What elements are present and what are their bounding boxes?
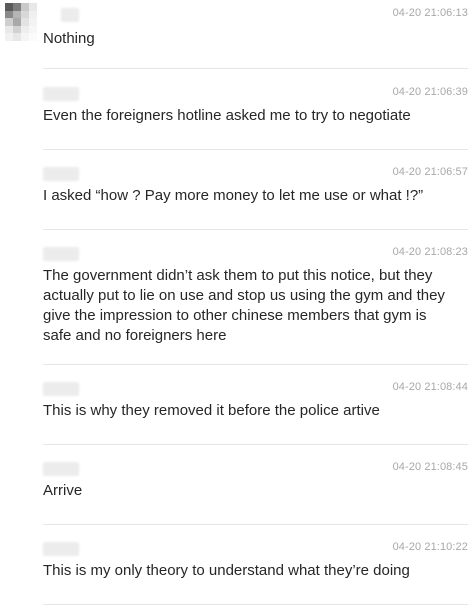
sender-name-redacted: [43, 382, 79, 396]
message-timestamp: 04-20 21:10:22: [392, 541, 468, 553]
message-timestamp: 04-20 21:06:57: [392, 166, 468, 178]
message-text: The government didn’t ask them to put th…: [43, 267, 450, 344]
message-timestamp: 04-20 21:06:39: [392, 86, 468, 98]
message-timestamp: 04-20 21:06:13: [392, 7, 468, 19]
message-item: 04-20 21:08:45 Arrive: [43, 454, 476, 534]
sender-name-redacted: [43, 462, 79, 476]
sender-name-redacted: [43, 167, 79, 181]
message-divider: [43, 68, 468, 69]
message-divider: [43, 364, 468, 365]
message-timestamp: 04-20 21:08:44: [392, 381, 468, 393]
sender-name-redacted: [43, 542, 79, 556]
message-item: 04-20 21:06:39 Even the foreigners hotli…: [43, 79, 476, 159]
sender-name-redacted: [43, 87, 79, 101]
message-text: This is why they removed it before the p…: [43, 402, 380, 419]
message-text: This is my only theory to understand wha…: [43, 562, 410, 579]
message-item: 04-20 21:10:22 This is my only theory to…: [43, 534, 476, 614]
message-text: Nothing: [43, 30, 95, 47]
message-divider: [43, 444, 468, 445]
message-item: 04-20 21:08:44 This is why they removed …: [43, 374, 476, 454]
sender-name-redacted: [43, 247, 79, 261]
avatar[interactable]: [5, 3, 37, 41]
message-divider: [43, 524, 468, 525]
message-timestamp: 04-20 21:08:23: [392, 246, 468, 258]
message-text: Even the foreigners hotline asked me to …: [43, 107, 411, 124]
message-timestamp: 04-20 21:08:45: [392, 461, 468, 473]
message-item: 04-20 21:06:57 I asked “how ? Pay more m…: [43, 159, 476, 239]
message-text: Arrive: [43, 482, 83, 499]
message-divider: [43, 604, 468, 605]
message-divider: [43, 229, 468, 230]
sender-name-redacted: [61, 8, 79, 22]
message-divider: [43, 149, 468, 150]
message-text: I asked “how ? Pay more money to let me …: [43, 187, 424, 204]
message-item: 04-20 21:08:23 The government didn’t ask…: [43, 239, 476, 364]
